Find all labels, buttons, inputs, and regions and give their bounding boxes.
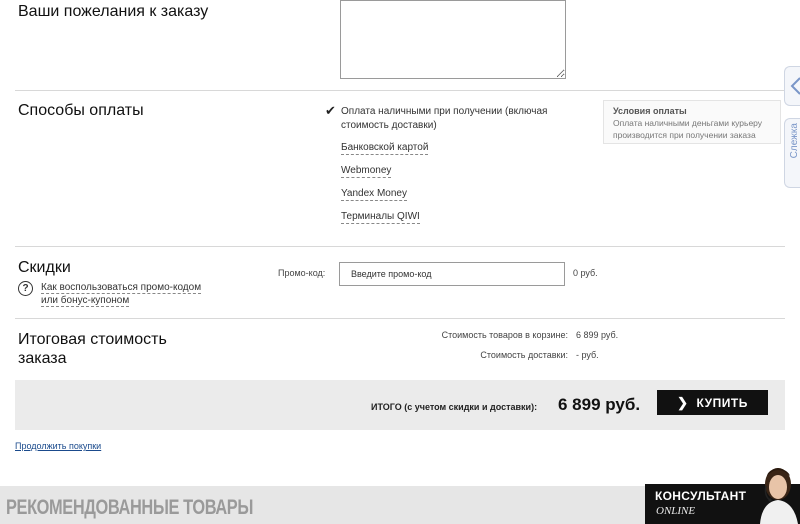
promo-help-link[interactable]: Как воспользоваться промо-кодом или бону… bbox=[41, 281, 202, 307]
buy-button-label: КУПИТЬ bbox=[696, 395, 748, 410]
chevron-right-icon: ❯ bbox=[677, 394, 689, 410]
summary-title-line: Итоговая стоимость bbox=[18, 331, 167, 348]
payment-option-qiwi[interactable]: Терминалы QIWI bbox=[341, 211, 420, 224]
side-tab[interactable]: Слежка bbox=[784, 118, 800, 188]
wishes-title: Ваши пожелания к заказу bbox=[18, 3, 209, 20]
divider bbox=[15, 246, 785, 247]
side-tab-toggle[interactable] bbox=[784, 66, 800, 106]
payment-conditions-text: производится при получении заказа bbox=[613, 130, 756, 140]
consultant-subtitle: ONLINE bbox=[656, 505, 696, 517]
cart-cost-value: 6 899 руб. bbox=[576, 330, 619, 340]
payment-option-yandex[interactable]: Yandex Money bbox=[341, 188, 407, 201]
consultant-title: КОНСУЛЬТАНТ bbox=[655, 489, 747, 503]
summary-title: Итоговая стоимость заказа bbox=[18, 330, 167, 368]
wishes-textarea[interactable] bbox=[340, 0, 566, 79]
question-circle-icon[interactable]: ? bbox=[18, 281, 33, 296]
cart-cost-label: Стоимость товаров в корзине: bbox=[441, 330, 568, 340]
consultant-avatar bbox=[752, 462, 800, 524]
delivery-cost-label: Стоимость доставки: bbox=[480, 350, 568, 360]
divider bbox=[15, 90, 785, 91]
promo-label: Промо-код: bbox=[278, 268, 326, 278]
side-tab-label: Слежка bbox=[789, 123, 800, 159]
payment-option-card[interactable]: Банковской картой bbox=[341, 142, 429, 155]
recommended-title: РЕКОМЕНДОВАННЫЕ ТОВАРЫ bbox=[6, 496, 253, 519]
payment-conditions-title: Условия оплаты bbox=[613, 106, 687, 116]
payment-title: Способы оплаты bbox=[18, 102, 144, 119]
payment-option-line: Оплата наличными при получении (включая bbox=[341, 106, 548, 117]
buy-button[interactable]: ❯ КУПИТЬ bbox=[657, 390, 768, 415]
chevron-left-icon bbox=[790, 77, 800, 95]
divider bbox=[15, 318, 785, 319]
promo-help-line: Как воспользоваться промо-кодом bbox=[41, 282, 202, 294]
payment-option-line: стоимость доставки) bbox=[341, 120, 437, 131]
total-label: ИТОГО (с учетом скидки и доставки): bbox=[371, 402, 538, 412]
promo-help-line: или бонус-купоном bbox=[41, 295, 130, 307]
payment-option-webmoney[interactable]: Webmoney bbox=[341, 165, 392, 178]
payment-conditions-text: Оплата наличными деньгами курьеру bbox=[613, 118, 763, 128]
check-icon: ✔ bbox=[325, 103, 336, 118]
promo-code-input[interactable] bbox=[339, 262, 565, 286]
payment-conditions-box: Условия оплаты Оплата наличными деньгами… bbox=[603, 100, 781, 144]
total-value: 6 899 руб. bbox=[558, 395, 641, 414]
continue-shopping-link[interactable]: Продолжить покупки bbox=[15, 441, 101, 451]
payment-option-selected[interactable]: Оплата наличными при получении (включая … bbox=[341, 105, 547, 133]
discounts-title: Скидки bbox=[18, 259, 71, 276]
summary-title-line: заказа bbox=[18, 350, 67, 367]
delivery-cost-value: - руб. bbox=[576, 350, 599, 360]
promo-discount-sum: 0 руб. bbox=[573, 268, 598, 278]
